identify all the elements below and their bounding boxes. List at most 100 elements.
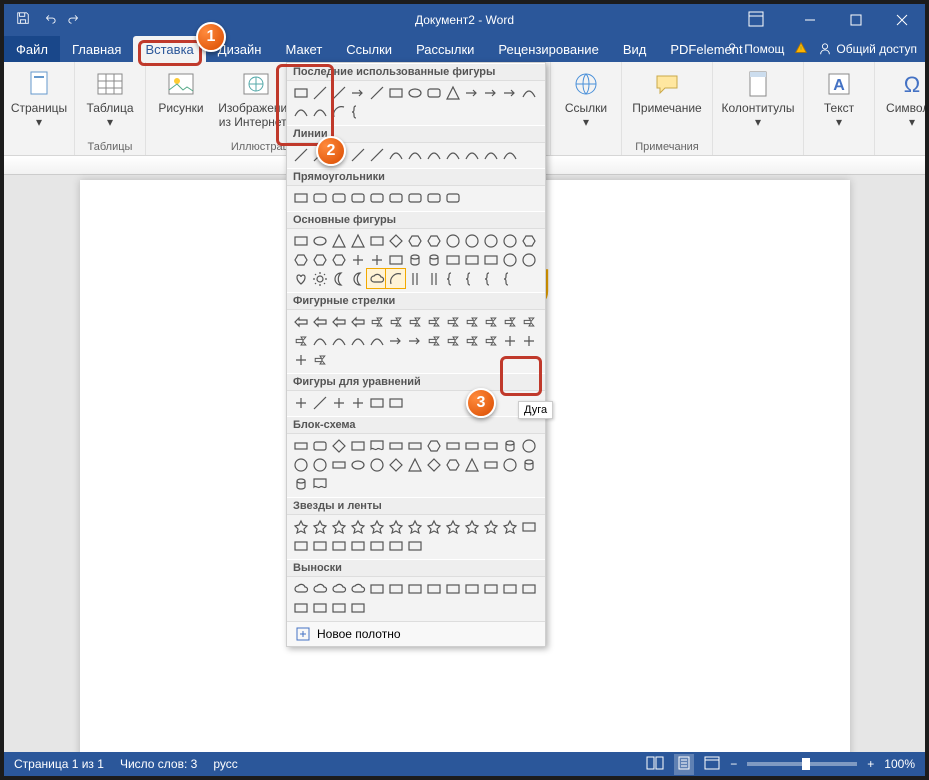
shape-rect[interactable]: [462, 579, 481, 598]
pages-button[interactable]: Страницы▾: [8, 64, 70, 130]
shape-sun[interactable]: [310, 269, 329, 288]
view-read-icon[interactable]: [646, 756, 664, 773]
shape-brace[interactable]: [462, 269, 481, 288]
shape-plus[interactable]: [367, 250, 386, 269]
shape-rect[interactable]: [367, 231, 386, 250]
shape-rect[interactable]: [386, 579, 405, 598]
shape-arr2[interactable]: [462, 312, 481, 331]
tab-mailings[interactable]: Рассылки: [404, 36, 486, 62]
shape-arrow[interactable]: [405, 331, 424, 350]
shape-cloud[interactable]: [310, 579, 329, 598]
comment-button[interactable]: Примечание: [626, 64, 708, 116]
shape-rect[interactable]: [348, 436, 367, 455]
shape-arrow[interactable]: [481, 83, 500, 102]
shape-brace[interactable]: [348, 102, 367, 121]
tab-insert[interactable]: Вставка: [133, 36, 205, 62]
shape-arr2[interactable]: [462, 331, 481, 350]
shape-rect[interactable]: [348, 536, 367, 555]
headers-button[interactable]: Колонтитулы▾: [717, 64, 799, 130]
shape-dia[interactable]: [386, 231, 405, 250]
tab-home[interactable]: Главная: [60, 36, 133, 62]
shape-plus[interactable]: [329, 393, 348, 412]
shape-rrect[interactable]: [424, 83, 443, 102]
shape-curve[interactable]: [462, 145, 481, 164]
shape-brace[interactable]: [481, 269, 500, 288]
shape-cyl[interactable]: [519, 455, 538, 474]
shape-rect[interactable]: [367, 536, 386, 555]
shape-flow[interactable]: [329, 455, 348, 474]
shape-cyl[interactable]: [405, 250, 424, 269]
shape-arr2[interactable]: [310, 350, 329, 369]
shape-rect[interactable]: [386, 393, 405, 412]
shape-hex[interactable]: [443, 455, 462, 474]
shape-cyl[interactable]: [424, 250, 443, 269]
shape-dia[interactable]: [329, 436, 348, 455]
shape-star[interactable]: [367, 517, 386, 536]
zoom-in[interactable]: +: [867, 757, 874, 771]
view-web-icon[interactable]: [704, 756, 720, 773]
shape-hex[interactable]: [405, 231, 424, 250]
shape-cloud[interactable]: [348, 579, 367, 598]
shape-star[interactable]: [481, 517, 500, 536]
maximize-button[interactable]: [833, 4, 879, 36]
shape-doc[interactable]: [310, 474, 329, 493]
shape-curve[interactable]: [519, 83, 538, 102]
shape-arr2[interactable]: [386, 312, 405, 331]
shape-hex[interactable]: [291, 250, 310, 269]
tab-references[interactable]: Ссылки: [334, 36, 404, 62]
shape-circ[interactable]: [462, 231, 481, 250]
shape-hex[interactable]: [424, 231, 443, 250]
shape-plus[interactable]: [291, 393, 310, 412]
shape-curve[interactable]: [291, 102, 310, 121]
table-button[interactable]: Таблица▾: [79, 64, 141, 130]
shape-rect[interactable]: [348, 598, 367, 617]
tab-review[interactable]: Рецензирование: [486, 36, 610, 62]
shape-dia[interactable]: [386, 455, 405, 474]
shape-circ[interactable]: [481, 231, 500, 250]
shape-arr2[interactable]: [405, 312, 424, 331]
shape-hex[interactable]: [424, 436, 443, 455]
shape-rrect[interactable]: [310, 188, 329, 207]
new-canvas-item[interactable]: Новое полотно: [287, 621, 545, 646]
shape-brace[interactable]: [443, 269, 462, 288]
shape-rrect[interactable]: [348, 188, 367, 207]
shape-rect[interactable]: [386, 83, 405, 102]
shape-star[interactable]: [329, 517, 348, 536]
shape-oval[interactable]: [310, 231, 329, 250]
shape-curve[interactable]: [329, 331, 348, 350]
shape-cloud[interactable]: [367, 269, 386, 288]
tell-me[interactable]: Помощ: [726, 42, 784, 56]
shape-line[interactable]: [291, 145, 310, 164]
shape-curve[interactable]: [500, 145, 519, 164]
shape-star[interactable]: [443, 517, 462, 536]
shape-arr2[interactable]: [367, 312, 386, 331]
shape-flow[interactable]: [481, 436, 500, 455]
shape-rrect[interactable]: [329, 188, 348, 207]
shape-rect[interactable]: [291, 598, 310, 617]
shape-rect[interactable]: [443, 579, 462, 598]
shape-brk[interactable]: [405, 269, 424, 288]
shape-oval[interactable]: [348, 455, 367, 474]
shape-arr2[interactable]: [519, 312, 538, 331]
shape-rect[interactable]: [310, 598, 329, 617]
view-print-icon[interactable]: [674, 754, 694, 775]
shape-arr2[interactable]: [291, 331, 310, 350]
shape-arr2[interactable]: [443, 312, 462, 331]
shape-flow[interactable]: [291, 436, 310, 455]
shape-circ[interactable]: [500, 250, 519, 269]
shape-rect[interactable]: [291, 83, 310, 102]
redo-icon[interactable]: [68, 11, 82, 30]
shape-arrow[interactable]: [386, 331, 405, 350]
shape-parr[interactable]: [310, 312, 329, 331]
shape-hex[interactable]: [519, 231, 538, 250]
shape-rect[interactable]: [291, 188, 310, 207]
shape-plus[interactable]: [291, 350, 310, 369]
shape-star[interactable]: [291, 517, 310, 536]
shape-curve[interactable]: [481, 145, 500, 164]
shape-cloud[interactable]: [291, 579, 310, 598]
shape-circ[interactable]: [500, 231, 519, 250]
shape-arrow[interactable]: [500, 83, 519, 102]
shape-rrect[interactable]: [367, 188, 386, 207]
shape-line[interactable]: [329, 83, 348, 102]
shape-line[interactable]: [367, 83, 386, 102]
